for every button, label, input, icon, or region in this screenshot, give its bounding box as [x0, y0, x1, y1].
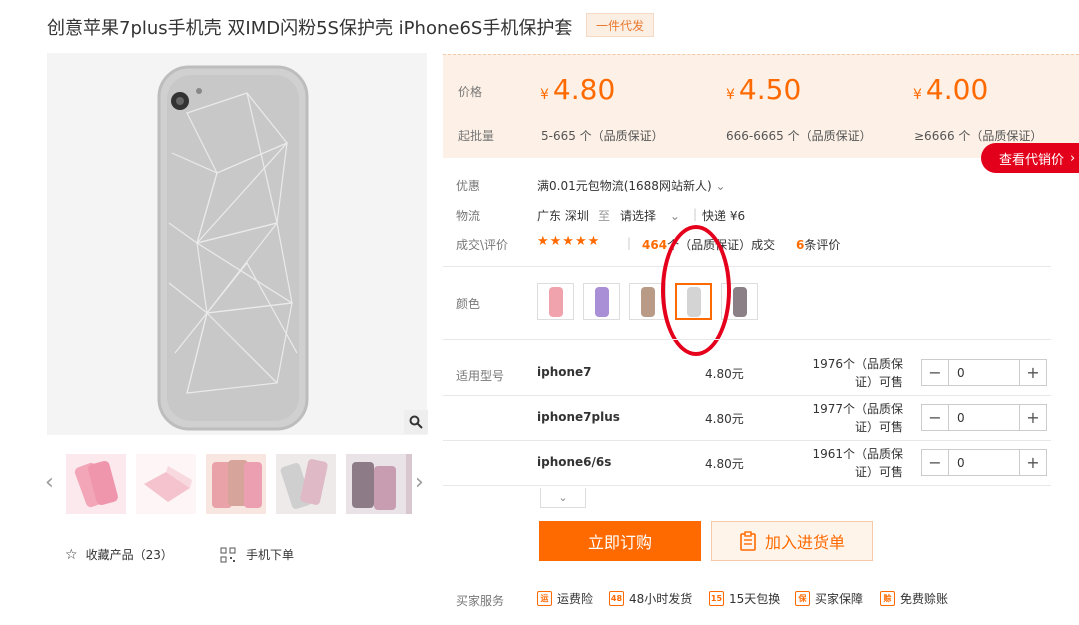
tier-range: 666-6665 个（品质保证） [726, 129, 872, 143]
buy-now-button[interactable]: 立即订购 [539, 521, 701, 561]
mobile-order-button[interactable]: 手机下单 [220, 546, 294, 563]
highlight-circle-annotation [661, 225, 731, 356]
zoom-button[interactable] [404, 410, 428, 434]
quantity-stepper[interactable]: − 0 + [921, 359, 1047, 386]
thumbnail[interactable] [206, 454, 266, 514]
48h-icon: 48 [609, 591, 624, 606]
price-label: 价格 [458, 85, 483, 99]
color-label: 颜色 [456, 297, 481, 311]
color-swatch[interactable] [537, 283, 574, 320]
phone-case-illustration [47, 53, 427, 435]
product-title: 创意苹果7plus手机壳 双IMD闪粉5S保护壳 iPhone6S手机保护套 [47, 18, 573, 39]
clipboard-icon [740, 531, 756, 551]
price-panel: 价格 起批量 ¥4.80 5-665 个（品质保证） ¥4.50 666-666… [443, 54, 1079, 158]
model-stock: 1977个（品质保 证）可售 [812, 402, 903, 434]
tier-price: ¥4.00 [913, 73, 989, 106]
divider [443, 339, 1051, 340]
moq-label: 起批量 [458, 129, 495, 143]
quantity-stepper[interactable]: − 0 + [921, 404, 1047, 431]
promo-label: 优惠 [456, 179, 481, 193]
model-stock: 1976个（品质保 证）可售 [812, 357, 903, 389]
model-price: 4.80元 [705, 457, 744, 471]
model-name: iphone7plus [537, 410, 620, 424]
model-stock: 1961个（品质保 证）可售 [812, 447, 903, 479]
service-free-credit[interactable]: 赊免费赊账 [880, 590, 948, 607]
express-fee: 快递 ¥6 [702, 209, 746, 223]
model-price: 4.80元 [705, 367, 744, 381]
minus-button[interactable]: − [922, 405, 948, 430]
thumbnail-strip: ‹ › [45, 452, 435, 518]
credit-icon: 赊 [880, 591, 895, 606]
ship-to-label: 至 [598, 209, 611, 223]
quantity-input[interactable]: 0 [948, 405, 1020, 430]
model-name: iphone6/6s [537, 455, 612, 469]
model-row: iphone7 4.80元 1976个（品质保 证）可售 − 0 + [443, 351, 1051, 396]
expand-models-button[interactable]: ⌄ [540, 488, 586, 508]
rating-stars: ★★★★★ [537, 234, 601, 249]
ship-from: 广东 深圳 [537, 209, 589, 223]
thumbnail[interactable] [66, 454, 126, 514]
view-agent-price-button[interactable]: 查看代销价 › [981, 143, 1079, 173]
chevron-right-icon[interactable]: › [415, 470, 424, 495]
tier-range: 5-665 个（品质保证） [541, 129, 664, 143]
color-swatch[interactable] [583, 283, 620, 320]
tier-price: ¥4.80 [540, 73, 616, 106]
add-to-list-label: 加入进货单 [764, 533, 845, 552]
model-name: iphone7 [537, 365, 592, 379]
qr-code-icon [220, 547, 236, 562]
chevron-right-icon: › [1070, 150, 1076, 166]
minus-button[interactable]: − [922, 450, 948, 475]
favorite-product-button[interactable]: ☆ 收藏产品（23） [65, 546, 173, 563]
model-row: iphone7plus 4.80元 1977个（品质保 证）可售 − 0 + [443, 396, 1051, 441]
15-day-icon: 15 [709, 591, 724, 606]
promo-value[interactable]: 满0.01元包物流(1688网站新人) ⌄ [537, 177, 726, 194]
thumbnail[interactable] [346, 454, 406, 514]
plus-button[interactable]: + [1020, 450, 1046, 475]
service-15day-exchange[interactable]: 15 15天包换 [709, 590, 780, 607]
agent-price-label: 查看代销价 [999, 152, 1065, 168]
service-48h-shipping[interactable]: 48 48小时发货 [609, 590, 692, 607]
search-icon [409, 415, 423, 429]
services-label: 买家服务 [456, 594, 505, 608]
favorite-label: 收藏产品（23） [85, 548, 173, 562]
chevron-down-icon: ⌄ [669, 209, 680, 223]
quantity-input[interactable]: 0 [948, 360, 1020, 385]
tier-range: ≥6666 个（品质保证） [914, 129, 1043, 143]
add-to-purchase-list-button[interactable]: 加入进货单 [711, 521, 873, 561]
quantity-input[interactable]: 0 [948, 450, 1020, 475]
thumbnail[interactable] [406, 454, 412, 514]
chevron-down-icon: ⌄ [558, 491, 568, 504]
plus-button[interactable]: + [1020, 405, 1046, 430]
logistics-label: 物流 [456, 209, 481, 223]
chevron-left-icon[interactable]: ‹ [45, 470, 54, 495]
tier-price: ¥4.50 [726, 73, 802, 106]
service-freight-insurance[interactable]: 运运费险 [537, 590, 593, 607]
chevron-down-icon: ⌄ [715, 179, 726, 193]
thumbnail[interactable] [136, 454, 196, 514]
divider [443, 266, 1051, 267]
shield-icon: 保 [795, 591, 810, 606]
star-outline-icon: ☆ [65, 546, 78, 563]
destination-select[interactable]: 请选择 ⌄ [620, 207, 680, 224]
model-price: 4.80元 [705, 412, 744, 426]
main-product-image[interactable] [47, 53, 427, 435]
deals-label: 成交\评价 [456, 238, 509, 252]
quantity-stepper[interactable]: − 0 + [921, 449, 1047, 476]
freight-insurance-icon: 运 [537, 591, 552, 606]
dropship-badge: 一件代发 [586, 13, 654, 37]
model-row: iphone6/6s 4.80元 1961个（品质保 证）可售 − 0 + [443, 441, 1051, 486]
separator: | [627, 236, 632, 250]
thumbnail[interactable] [276, 454, 336, 514]
mobile-order-label: 手机下单 [246, 548, 295, 562]
separator: | [693, 207, 698, 221]
review-count[interactable]: 6条评价 [796, 236, 840, 253]
minus-button[interactable]: − [922, 360, 948, 385]
plus-button[interactable]: + [1020, 360, 1046, 385]
service-buyer-protection[interactable]: 保买家保障 [795, 590, 863, 607]
